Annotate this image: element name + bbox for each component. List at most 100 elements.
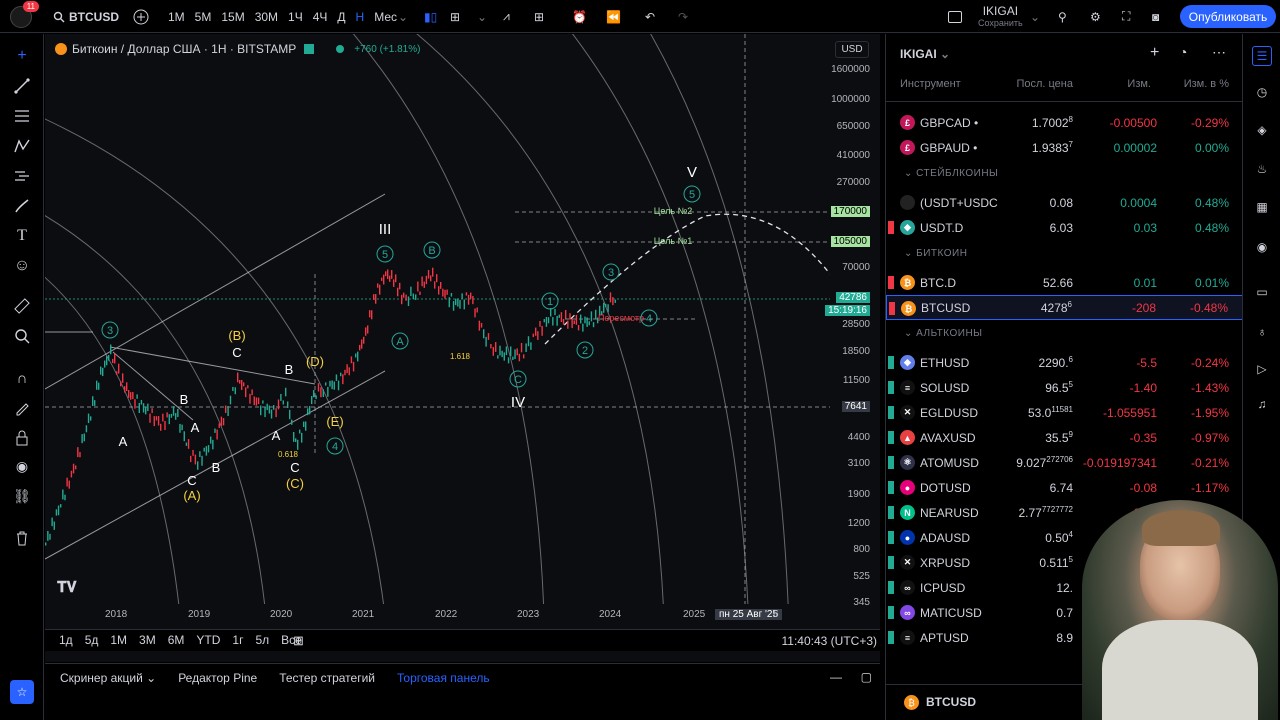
symbol-search[interactable]: BTCUSD — [53, 0, 119, 33]
flag-marker[interactable] — [888, 481, 894, 494]
eye-icon[interactable]: ◉ — [10, 454, 34, 478]
range-0[interactable]: 1д — [59, 633, 73, 647]
footer-symbol[interactable]: BTCUSD — [926, 695, 976, 709]
object-tree-icon[interactable]: ◈ — [1252, 120, 1272, 140]
trendline-icon[interactable] — [10, 74, 34, 98]
maximize-icon[interactable]: ▢ — [861, 670, 872, 684]
range-7[interactable]: 5л — [255, 633, 269, 647]
chart-area[interactable]: III IV V A B A B C C B A C (A) (B) (C) (… — [45, 34, 880, 662]
watchlist-icon[interactable]: ☰ — [1252, 46, 1272, 66]
link-icon[interactable]: ⛓ — [10, 484, 34, 508]
interval-0[interactable]: 1М — [168, 10, 185, 24]
flag-marker[interactable] — [889, 302, 895, 315]
indicators-icon[interactable]: ⩘ — [503, 0, 510, 33]
flag-marker[interactable] — [888, 556, 894, 569]
zoom-icon[interactable] — [10, 324, 34, 348]
range-4[interactable]: 6М — [168, 633, 185, 647]
clock[interactable]: 11:40:43 (UTC+3) — [782, 634, 878, 648]
chart-type-icon[interactable]: ⊞ — [450, 0, 460, 33]
magnet-icon[interactable]: ∩ — [10, 366, 34, 390]
ideas-icon[interactable]: ◉ — [1252, 237, 1272, 257]
calendar-icon[interactable]: ▦ — [1252, 197, 1272, 217]
bottom-tab-3[interactable]: Торговая панель — [397, 671, 490, 685]
flag-marker[interactable] — [888, 606, 894, 619]
emoji-icon[interactable]: ☺ — [10, 254, 34, 278]
col-pct[interactable]: Изм. в % — [1184, 78, 1229, 90]
camera-icon[interactable]: ◙ — [1152, 0, 1159, 33]
range-1[interactable]: 5д — [85, 633, 99, 647]
flag-marker[interactable] — [888, 406, 894, 419]
watchlist-row[interactable]: ✕ EGLDUSD 53.011581 -1.055951 -1.95% — [886, 400, 1243, 425]
flag-marker[interactable] — [888, 456, 894, 469]
interval-1[interactable]: 5М — [195, 10, 212, 24]
flag-marker[interactable] — [888, 381, 894, 394]
alert-icon[interactable]: ⏰ — [572, 0, 587, 33]
more-icon[interactable]: ⋯ — [1212, 44, 1226, 61]
watchlist-row[interactable]: ≡ SOLUSD 96.55 -1.40 -1.43% — [886, 375, 1243, 400]
watchlist-row[interactable]: ▲ AVAXUSD 35.59 -0.35 -0.97% — [886, 425, 1243, 450]
watchlist-row[interactable]: ● DOTUSD 6.74 -0.08 -1.17% — [886, 475, 1243, 500]
flag-marker[interactable] — [888, 196, 894, 209]
watchlist-row[interactable]: (USDT+USDC 0.08 0.0004 0.48% — [886, 190, 1243, 215]
replay-icon[interactable]: ⏪ — [606, 0, 621, 33]
chat-icon[interactable]: ▭ — [1252, 282, 1272, 302]
bell-icon[interactable]: ♫ — [1252, 394, 1272, 414]
interval-2[interactable]: 15М — [221, 10, 244, 24]
watchlist-row[interactable]: £ GBPCAD • 1.70028 -0.00500 -0.29% — [886, 110, 1243, 135]
watchlist-row[interactable]: ₿ BTC.D 52.66 0.01 0.01% — [886, 270, 1243, 295]
range-3[interactable]: 3М — [139, 633, 156, 647]
gear-icon[interactable]: ⚙ — [1090, 0, 1101, 33]
advanced-view-icon[interactable]: ◔ — [1179, 44, 1187, 60]
bottom-tab-1[interactable]: Редактор Pine — [178, 671, 257, 685]
watchlist-row[interactable]: ◆ ETHUSD 2290.6 -5.5 -0.24% — [886, 350, 1243, 375]
layout-name[interactable]: IKIGAI Сохранить — [978, 0, 1023, 33]
chevron-down-icon[interactable]: ⌄ — [477, 0, 487, 33]
fib-icon[interactable] — [10, 104, 34, 128]
col-last[interactable]: Посл. цена — [1016, 78, 1073, 90]
flag-marker[interactable] — [888, 581, 894, 594]
star-icon[interactable]: ☆ — [10, 680, 34, 704]
flag-icon[interactable] — [304, 44, 315, 54]
quick-search-icon[interactable]: ⚲ — [1058, 0, 1067, 33]
interval-8[interactable]: Мес — [374, 10, 397, 24]
ruler-icon[interactable] — [10, 294, 34, 318]
flag-marker[interactable] — [888, 531, 894, 544]
hotlist-icon[interactable]: ♨ — [1252, 159, 1272, 179]
candles-icon[interactable]: ▮▯ — [424, 0, 437, 33]
flag-marker[interactable] — [888, 116, 894, 129]
watchlist-section[interactable]: ⌄ БИТКОИН — [904, 248, 967, 259]
lightbulb-icon[interactable]: ♁ — [1252, 322, 1272, 342]
flag-marker[interactable] — [888, 431, 894, 444]
fullscreen-icon[interactable]: ⛶ — [1122, 0, 1130, 33]
watchlist-section[interactable]: ⌄ СТЕЙБЛКОИНЫ — [904, 168, 998, 179]
layout-icon[interactable] — [948, 0, 962, 33]
flag-marker[interactable] — [888, 276, 894, 289]
flag-marker[interactable] — [888, 221, 894, 234]
user-avatar[interactable]: 11 — [10, 0, 39, 33]
watchlist-row[interactable]: ⚛ ATOMUSD 9.027272706 -0.019197341 -0.21% — [886, 450, 1243, 475]
pattern-icon[interactable] — [10, 134, 34, 158]
watchlist-row[interactable]: £ GBPAUD • 1.93837 0.00002 0.00% — [886, 135, 1243, 160]
watchlist-row[interactable]: ₿ BTCUSD 42786 -208 -0.48% — [886, 295, 1243, 320]
interval-3[interactable]: 30М — [255, 10, 278, 24]
flag-marker[interactable] — [888, 356, 894, 369]
templates-icon[interactable]: ⊞ — [534, 0, 544, 33]
flag-marker[interactable] — [888, 631, 894, 644]
range-5[interactable]: YTD — [196, 633, 220, 647]
redo-icon[interactable]: ↷ — [678, 0, 688, 33]
watchlist-title[interactable]: IKIGAI ⌄ — [900, 47, 950, 61]
watchlist-section[interactable]: ⌄ АЛЬТКОИНЫ — [904, 328, 983, 339]
undo-icon[interactable]: ↶ — [645, 0, 655, 33]
add-symbol-button[interactable] — [133, 0, 149, 33]
text-icon[interactable]: T — [10, 224, 34, 248]
trash-icon[interactable] — [10, 526, 34, 550]
crosshair-icon[interactable]: + — [10, 44, 34, 68]
pencil-lock-icon[interactable] — [10, 396, 34, 420]
range-6[interactable]: 1г — [232, 633, 243, 647]
chart-canvas[interactable]: III IV V A B A B C C B A C (A) (B) (C) (… — [45, 34, 880, 662]
flag-marker[interactable] — [888, 141, 894, 154]
lock-icon[interactable] — [10, 426, 34, 450]
forecast-icon[interactable] — [10, 164, 34, 188]
interval-5[interactable]: 4Ч — [313, 10, 328, 24]
interval-7[interactable]: Н — [356, 10, 365, 24]
